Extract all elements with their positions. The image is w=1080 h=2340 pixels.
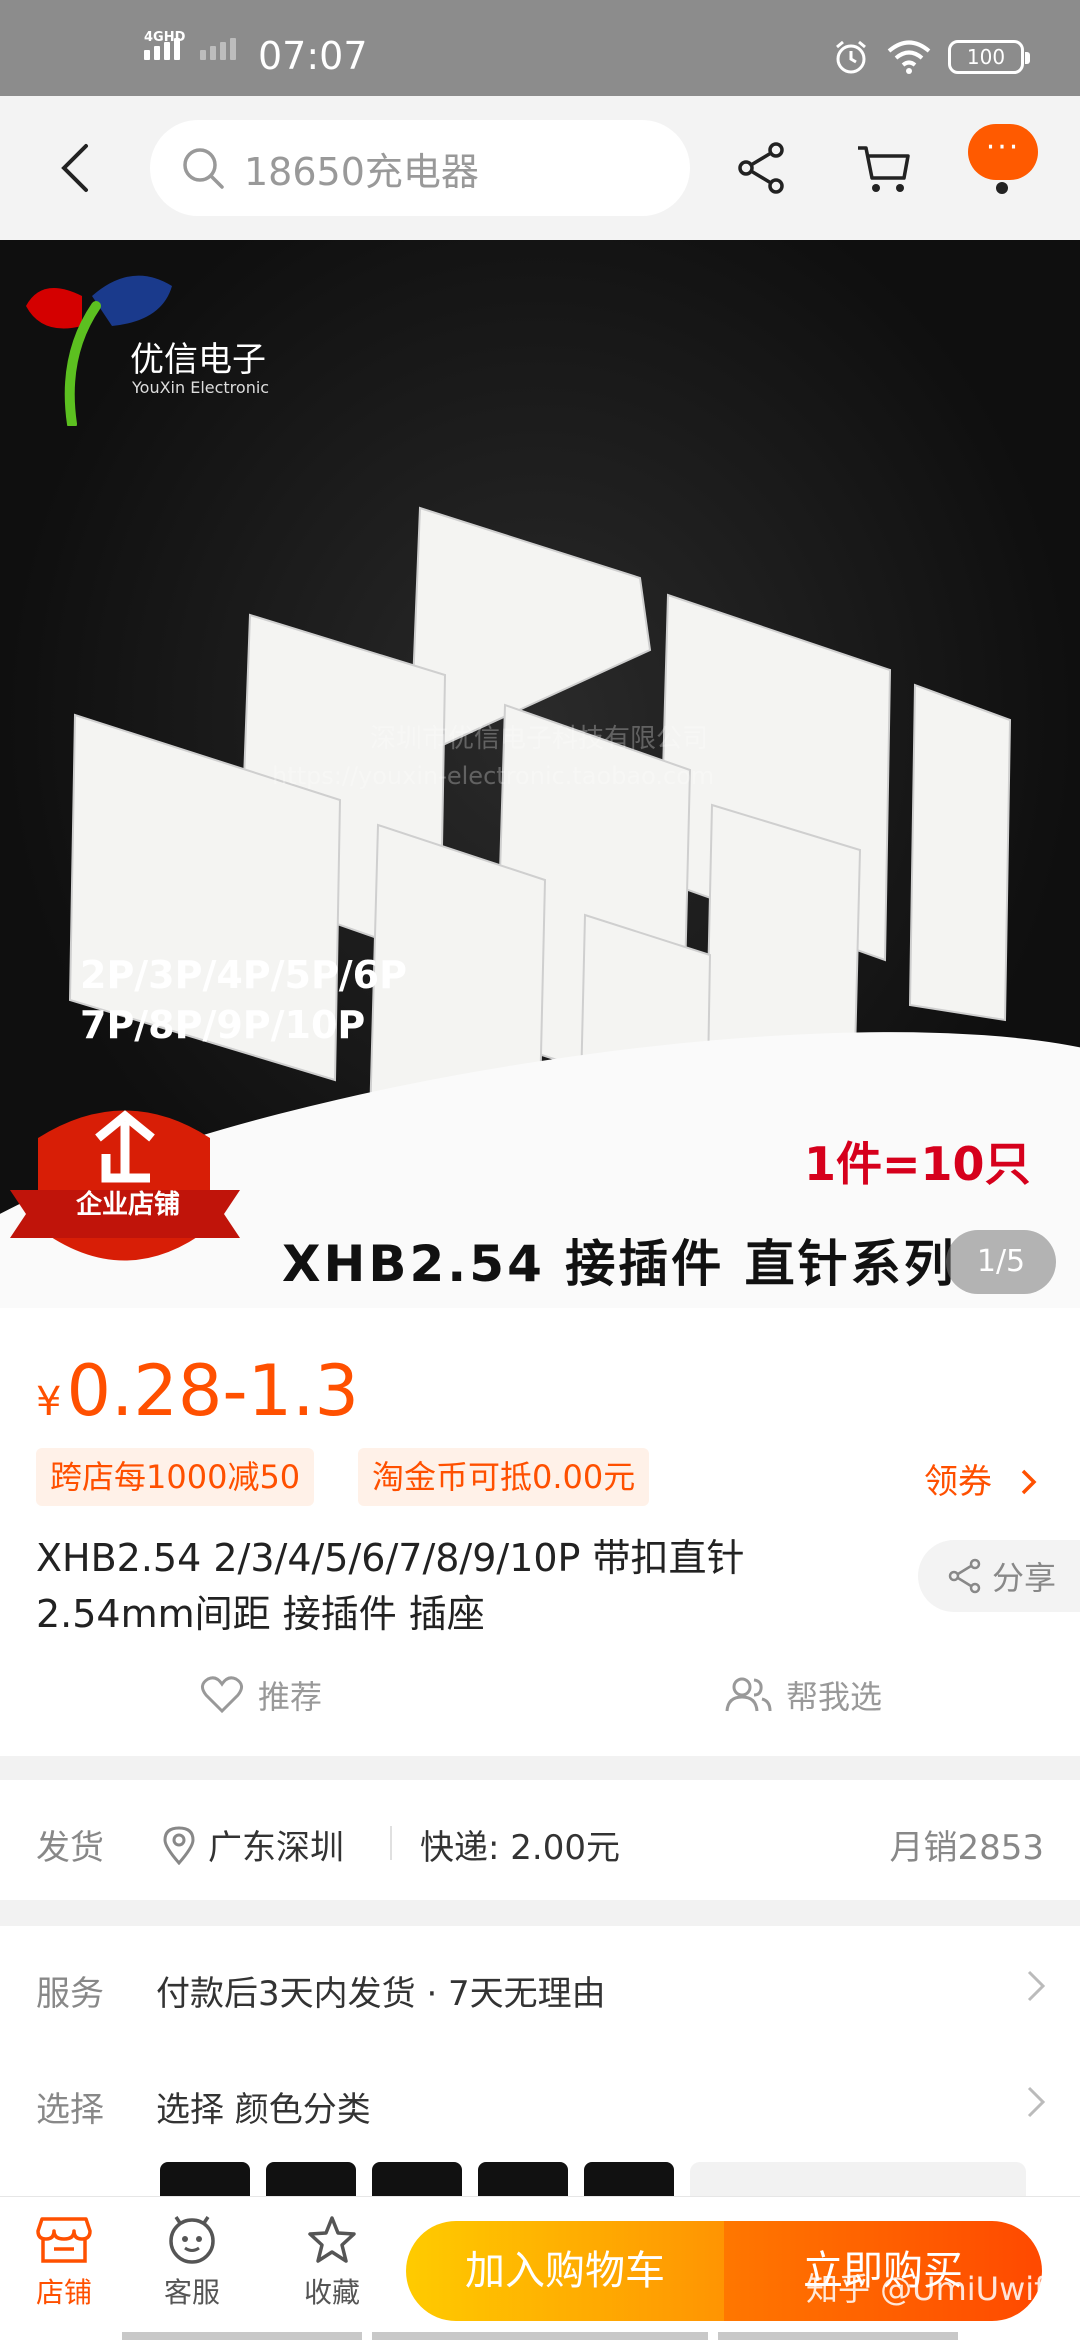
share-button[interactable]: 分享 xyxy=(918,1540,1080,1612)
shop-tab[interactable]: 店铺 xyxy=(14,2215,114,2311)
coupon-label: 领券 xyxy=(924,1462,992,1502)
shipping-location: 广东深圳 xyxy=(162,1820,344,1869)
brand-subtitle: YouXin Electronic xyxy=(132,378,270,397)
service-select-card: 服务 付款后3天内发货 · 7天无理由 选择 选择 颜色分类 xyxy=(0,1926,1080,2202)
search-placeholder: 18650充电器 xyxy=(244,149,479,194)
divider xyxy=(390,1826,392,1860)
search-icon xyxy=(183,148,224,189)
promo-tag-coins[interactable]: 淘金币可抵0.00元 xyxy=(358,1448,650,1506)
shipping-fee: 快递: 2.00元 xyxy=(420,1828,620,1868)
brand-name: 优信电子 xyxy=(130,340,266,380)
recommend-label: 推荐 xyxy=(258,1678,323,1716)
wifi-icon xyxy=(887,40,931,74)
store-icon xyxy=(36,2217,92,2263)
promo-tag-discount[interactable]: 跨店每1000减50 xyxy=(36,1448,315,1506)
gesture-bar-right xyxy=(718,2332,958,2340)
share-label: 分享 xyxy=(992,1559,1057,1597)
clock: 07:07 xyxy=(258,34,368,78)
chevron-right-icon xyxy=(1021,1469,1037,1495)
shop-label: 店铺 xyxy=(35,2276,92,2309)
customer-service-label: 客服 xyxy=(163,2276,220,2309)
shipping-location-text: 广东深圳 xyxy=(208,1828,344,1868)
watermark-url: https://youxin-electronic.taobao.com xyxy=(272,762,715,790)
enterprise-store-label: 企业店铺 xyxy=(75,1190,180,1220)
favorite-label: 收藏 xyxy=(303,2276,360,2309)
battery-icon: 100 xyxy=(948,40,1030,74)
quantity-note: 1件=10只 xyxy=(804,1137,1031,1191)
pin-options-line1: 2P/3P/4P/5P/6P xyxy=(80,953,407,997)
select-text: 选择 颜色分类 xyxy=(156,2090,371,2130)
price: ¥ 0.28-1.3 xyxy=(36,1350,359,1432)
watermark-company: 深圳市优信电子科技有限公司 xyxy=(370,724,709,754)
gesture-bar-middle xyxy=(372,2332,708,2340)
cart-icon[interactable] xyxy=(852,136,916,200)
chat-face-icon xyxy=(169,2216,215,2264)
product-title: XHB2.54 2/3/4/5/6/7/8/9/10P 带扣直针2.54mm间距… xyxy=(36,1536,745,1636)
price-range: 0.28-1.3 xyxy=(66,1350,359,1432)
shipping-row[interactable]: 发货 广东深圳 快递: 2.00元 月销2853 xyxy=(0,1780,1080,1900)
help-choose-button[interactable]: 帮我选 xyxy=(724,1672,882,1718)
image-page-indicator: 1/5 xyxy=(946,1230,1056,1294)
source-watermark: 知乎 @UmiUwifi xyxy=(806,2270,1055,2308)
favorite-tab[interactable]: 收藏 xyxy=(282,2215,382,2311)
service-text: 付款后3天内发货 · 7天无理由 xyxy=(156,1974,606,2014)
coupon-link[interactable]: 领券 xyxy=(924,1454,1041,1503)
location-pin-icon xyxy=(163,1825,195,1865)
share-icon xyxy=(948,1558,981,1594)
heart-icon xyxy=(201,1676,243,1714)
pin-options-line2: 7P/8P/9P/10P xyxy=(80,1003,366,1047)
search-input[interactable]: 18650充电器 xyxy=(150,120,690,216)
series-caption: XHB2.54 接插件 直针系列 xyxy=(282,1235,957,1293)
recommend-button[interactable]: 推荐 xyxy=(200,1672,322,1718)
select-label: 选择 xyxy=(36,2090,104,2130)
product-image-carousel[interactable]: 优信电子 YouXin Electronic 深圳市优信电子科技有限公司 htt… xyxy=(0,240,1080,1308)
status-icons: 100 xyxy=(832,38,1030,76)
people-icon xyxy=(725,1677,772,1712)
top-nav: 18650充电器 ··· xyxy=(0,96,1080,240)
service-label: 服务 xyxy=(36,1974,104,2014)
back-icon[interactable] xyxy=(46,136,110,200)
more-button[interactable]: ··· xyxy=(968,124,1038,180)
pin-options-text: 2P/3P/4P/5P/6P 7P/8P/9P/10P xyxy=(80,950,407,1050)
alarm-icon xyxy=(836,40,866,74)
star-icon xyxy=(308,2216,356,2263)
notification-dot xyxy=(996,182,1008,194)
signal-icon: 4GHD xyxy=(144,30,236,60)
monthly-sales: 月销2853 xyxy=(889,1828,1044,1868)
help-choose-label: 帮我选 xyxy=(786,1678,883,1716)
network-type: 4GHD xyxy=(144,30,186,45)
share-icon[interactable] xyxy=(730,136,794,200)
chevron-right-icon xyxy=(1027,2086,1046,2118)
currency-symbol: ¥ xyxy=(36,1379,62,1425)
status-bar: 4GHD 07:07 100 xyxy=(0,0,1080,96)
add-to-cart-button[interactable]: 加入购物车 xyxy=(406,2221,724,2321)
product-info-card: ¥ 0.28-1.3 跨店每1000减50 淘金币可抵0.00元 领券 XHB2… xyxy=(0,1308,1080,1756)
gesture-bar-left xyxy=(122,2332,362,2340)
more-variants-pill[interactable] xyxy=(690,2162,1026,2196)
customer-service-tab[interactable]: 客服 xyxy=(142,2215,242,2311)
chevron-right-icon xyxy=(1027,1970,1046,2002)
shipping-label: 发货 xyxy=(36,1828,104,1868)
